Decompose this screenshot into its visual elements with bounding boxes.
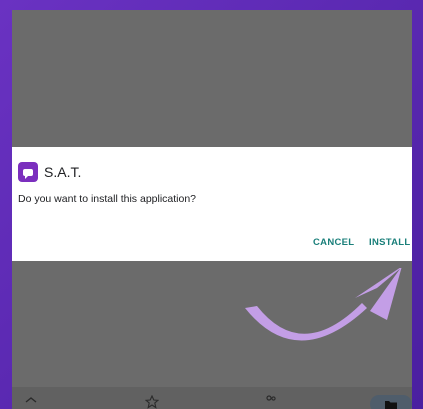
cancel-button[interactable]: CANCEL bbox=[313, 237, 354, 248]
files-tab-active[interactable] bbox=[370, 395, 412, 409]
app-header: S.A.T. bbox=[18, 162, 81, 182]
install-dialog: S.A.T. Do you want to install this appli… bbox=[12, 147, 412, 261]
install-question: Do you want to install this application? bbox=[18, 193, 197, 205]
folder-icon bbox=[385, 401, 397, 409]
chat-bubble-app-icon bbox=[18, 162, 38, 182]
bottom-navigation bbox=[12, 387, 412, 409]
install-button[interactable]: INSTALL bbox=[369, 237, 411, 248]
curved-arrow-icon bbox=[245, 268, 402, 341]
people-icon[interactable] bbox=[264, 395, 278, 409]
star-icon[interactable] bbox=[145, 395, 159, 409]
home-icon[interactable] bbox=[24, 395, 38, 409]
app-name: S.A.T. bbox=[44, 164, 82, 180]
device-screen: S.A.T. Do you want to install this appli… bbox=[12, 10, 412, 409]
